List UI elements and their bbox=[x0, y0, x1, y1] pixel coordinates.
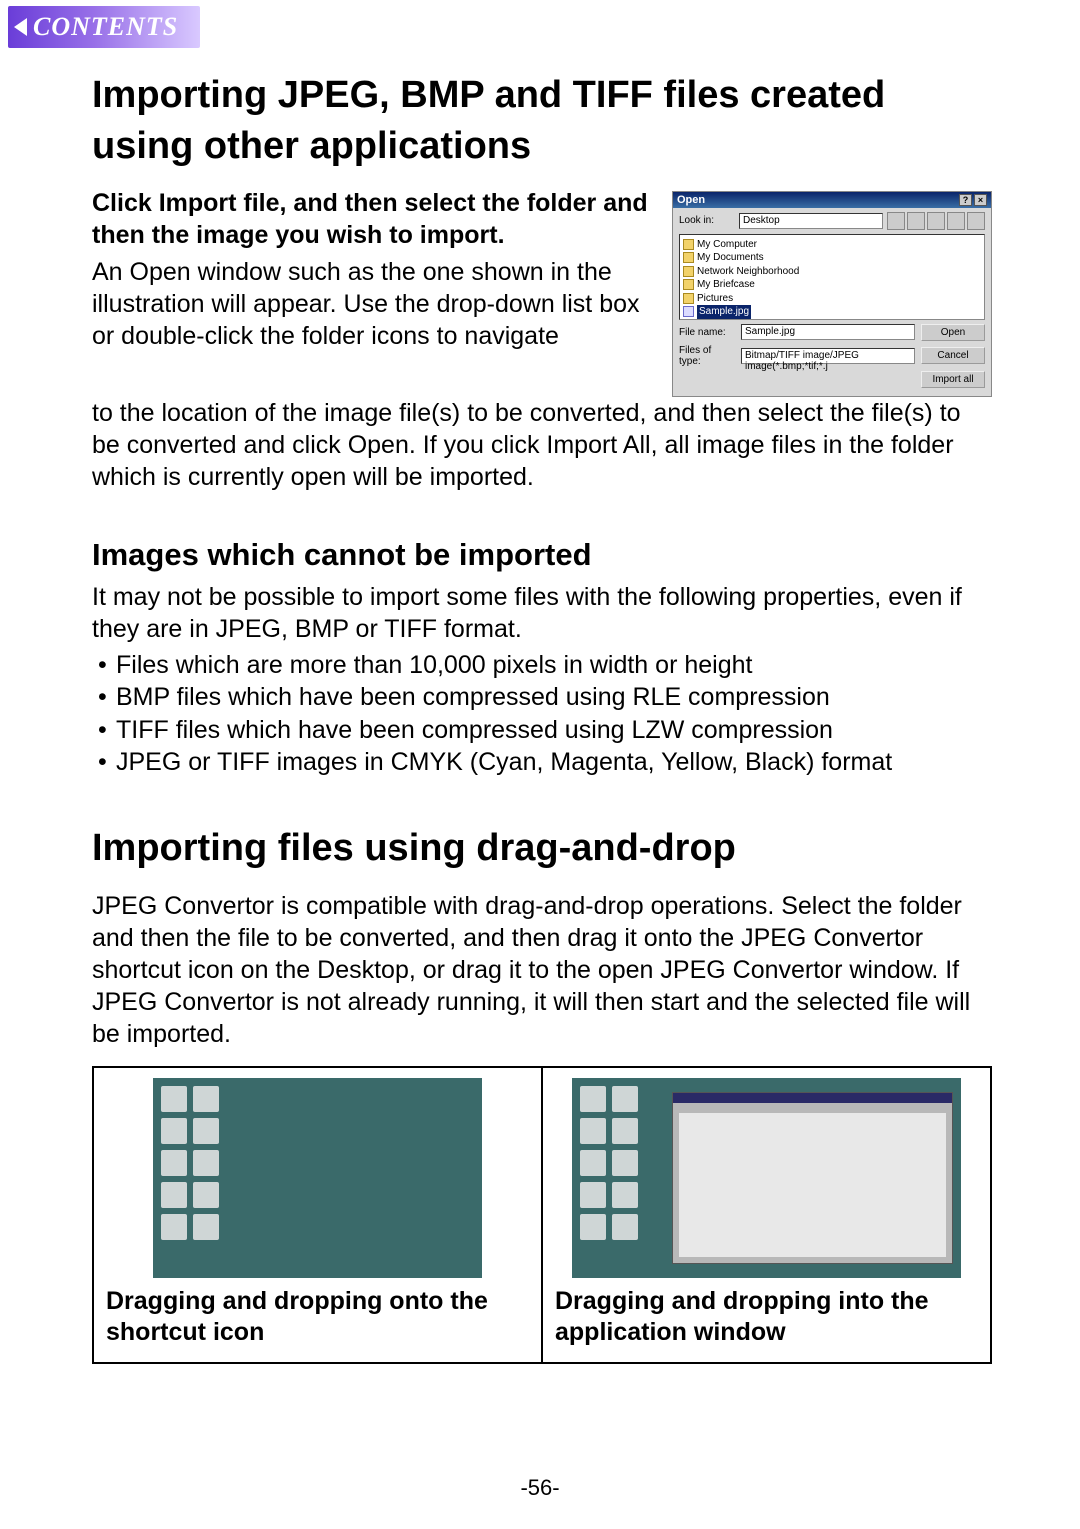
back-arrow-icon bbox=[14, 18, 27, 36]
caption-shortcut: Dragging and dropping onto the shortcut … bbox=[106, 1286, 529, 1349]
open-dialog-illustration: Open ? × Look in: Desktop bbox=[672, 191, 992, 397]
page-number: -56- bbox=[0, 1475, 1080, 1501]
lookin-label: Look in: bbox=[679, 215, 735, 226]
desktop-icon bbox=[161, 1150, 187, 1176]
list-item[interactable]: My Computer bbox=[697, 238, 757, 252]
heading-importing-files: Importing JPEG, BMP and TIFF files creat… bbox=[92, 70, 992, 173]
dnd-cell-window: Dragging and dropping into the applicati… bbox=[543, 1068, 990, 1363]
list-item: Files which are more than 10,000 pixels … bbox=[92, 649, 992, 682]
desktop-icon bbox=[193, 1150, 219, 1176]
desktop-icon[interactable] bbox=[907, 212, 925, 230]
cannot-import-list: Files which are more than 10,000 pixels … bbox=[92, 649, 992, 779]
heading-cannot-import: Images which cannot be imported bbox=[92, 537, 992, 573]
app-titlebar bbox=[673, 1093, 952, 1103]
desktop-appwindow-illustration bbox=[572, 1078, 961, 1278]
desktop-icon bbox=[612, 1118, 638, 1144]
desktop-icon bbox=[161, 1182, 187, 1208]
dialog-titlebar: Open ? × bbox=[673, 192, 991, 208]
lookin-value: Desktop bbox=[743, 215, 780, 226]
filename-label: File name: bbox=[679, 327, 735, 338]
app-canvas bbox=[679, 1113, 946, 1257]
list-view-icon[interactable] bbox=[947, 212, 965, 230]
caption-window: Dragging and dropping into the applicati… bbox=[555, 1286, 978, 1349]
folder-icon bbox=[683, 293, 694, 304]
up-folder-icon[interactable] bbox=[887, 212, 905, 230]
list-item[interactable]: Pictures bbox=[697, 292, 733, 306]
desktop-icon bbox=[612, 1150, 638, 1176]
drag-drop-illustration-grid: Dragging and dropping onto the shortcut … bbox=[92, 1066, 992, 1365]
heading-drag-and-drop: Importing files using drag-and-drop bbox=[92, 823, 992, 874]
filetype-select[interactable]: Bitmap/TIFF image/JPEG image(*.bmp;*tif;… bbox=[741, 348, 915, 364]
dialog-title: Open bbox=[677, 194, 705, 206]
lead-instruction: Click Import file, and then select the f… bbox=[92, 187, 652, 252]
folder-icon bbox=[683, 279, 694, 290]
body-open-window-rest: to the location of the image file(s) to … bbox=[92, 397, 992, 493]
desktop-icon bbox=[612, 1086, 638, 1112]
list-item[interactable]: My Briefcase bbox=[697, 278, 755, 292]
desktop-icon bbox=[193, 1182, 219, 1208]
folder-icon bbox=[683, 252, 694, 263]
desktop-icon bbox=[580, 1182, 606, 1208]
desktop-shortcut-illustration bbox=[153, 1078, 483, 1278]
file-icon bbox=[683, 306, 694, 317]
help-icon[interactable]: ? bbox=[959, 194, 972, 206]
desktop-icon bbox=[580, 1118, 606, 1144]
list-item: JPEG or TIFF images in CMYK (Cyan, Magen… bbox=[92, 746, 992, 779]
import-all-button[interactable]: Import all bbox=[921, 371, 985, 388]
desktop-icon bbox=[612, 1214, 638, 1240]
contents-label: CONTENTS bbox=[33, 12, 178, 42]
file-list[interactable]: My Computer My Documents Network Neighbo… bbox=[679, 234, 985, 320]
desktop-icon bbox=[193, 1086, 219, 1112]
desktop-icon bbox=[580, 1086, 606, 1112]
dnd-cell-shortcut: Dragging and dropping onto the shortcut … bbox=[94, 1068, 543, 1363]
app-window bbox=[672, 1092, 953, 1264]
desktop-icon bbox=[580, 1214, 606, 1240]
desktop-icon bbox=[161, 1086, 187, 1112]
desktop-icon bbox=[161, 1214, 187, 1240]
contents-tab[interactable]: CONTENTS bbox=[8, 6, 200, 48]
desktop-icon bbox=[193, 1118, 219, 1144]
body-open-window-partial: An Open window such as the one shown in … bbox=[92, 256, 652, 352]
lookin-select[interactable]: Desktop bbox=[739, 213, 883, 229]
folder-icon bbox=[683, 239, 694, 250]
filetype-label: Files of type: bbox=[679, 345, 735, 367]
close-icon[interactable]: × bbox=[974, 194, 987, 206]
details-view-icon[interactable] bbox=[967, 212, 985, 230]
folder-icon bbox=[683, 266, 694, 277]
list-item: TIFF files which have been compressed us… bbox=[92, 714, 992, 747]
cancel-button[interactable]: Cancel bbox=[921, 347, 985, 364]
desktop-icon bbox=[580, 1150, 606, 1176]
desktop-icon bbox=[161, 1118, 187, 1144]
desktop-icon bbox=[612, 1182, 638, 1208]
body-cannot-import: It may not be possible to import some fi… bbox=[92, 581, 992, 645]
list-item[interactable]: My Documents bbox=[697, 251, 764, 265]
page-content: Importing JPEG, BMP and TIFF files creat… bbox=[92, 70, 992, 1364]
open-button[interactable]: Open bbox=[921, 324, 985, 341]
new-folder-icon[interactable] bbox=[927, 212, 945, 230]
list-item-selected[interactable]: Sample.jpg bbox=[697, 305, 751, 319]
desktop-icon bbox=[193, 1214, 219, 1240]
filename-input[interactable]: Sample.jpg bbox=[741, 324, 915, 340]
list-item[interactable]: Network Neighborhood bbox=[697, 265, 799, 279]
list-item: BMP files which have been compressed usi… bbox=[92, 681, 992, 714]
body-drag-and-drop: JPEG Convertor is compatible with drag-a… bbox=[92, 890, 992, 1050]
